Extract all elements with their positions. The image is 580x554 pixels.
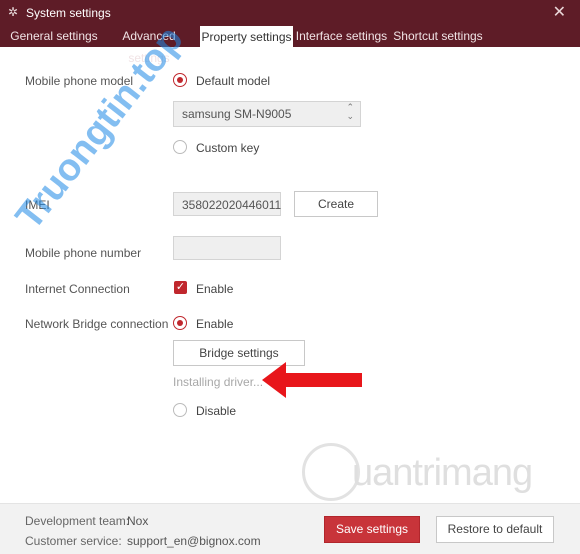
tab-shortcut-settings[interactable]: Shortcut settings bbox=[390, 25, 486, 47]
imei-value: 358022020446011 bbox=[182, 198, 282, 212]
installing-driver-status: Installing driver... bbox=[173, 375, 264, 389]
bridge-enable-label: Enable bbox=[196, 317, 234, 331]
red-arrow-icon bbox=[262, 362, 362, 398]
phone-number-label: Mobile phone number bbox=[25, 246, 142, 260]
bridge-disable-radio[interactable] bbox=[173, 403, 187, 417]
default-model-radio[interactable] bbox=[173, 73, 187, 87]
title-bar: ✲ System settings ✕ bbox=[0, 0, 580, 25]
tab-interface-settings[interactable]: Interface settings bbox=[293, 25, 390, 47]
internet-connection-label: Internet Connection bbox=[25, 282, 130, 296]
gear-icon: ✲ bbox=[8, 5, 19, 19]
phone-number-field[interactable] bbox=[173, 236, 281, 260]
custom-key-radio[interactable] bbox=[173, 140, 187, 154]
bridge-disable-label: Disable bbox=[196, 404, 237, 418]
save-settings-button[interactable]: Save settings bbox=[324, 516, 420, 543]
bridge-enable-radio[interactable] bbox=[173, 316, 187, 330]
restore-default-button[interactable]: Restore to default bbox=[436, 516, 554, 543]
tab-bar: General settings Advanced settings Prope… bbox=[0, 25, 580, 65]
model-select-value: samsung SM-N9005 bbox=[182, 107, 292, 121]
tab-property-settings[interactable]: Property settings bbox=[200, 26, 293, 47]
internet-enable-label: Enable bbox=[196, 282, 234, 296]
network-bridge-label: Network Bridge connection bbox=[25, 317, 169, 331]
model-select[interactable]: samsung SM-N9005 ⌃ ⌄ bbox=[173, 101, 361, 127]
customer-service-label: Customer service: bbox=[25, 534, 122, 548]
tab-advanced-settings[interactable]: Advanced settings bbox=[100, 25, 198, 65]
default-model-label: Default model bbox=[196, 74, 271, 88]
imei-field[interactable]: 358022020446011 bbox=[173, 192, 281, 216]
watermark-secondary-text: uantrimang bbox=[352, 452, 533, 494]
custom-key-label: Custom key bbox=[196, 141, 260, 155]
footer: Development team: Nox Customer service: … bbox=[0, 503, 580, 554]
internet-enable-checkbox[interactable]: ✓ bbox=[174, 281, 187, 294]
checkmark-icon: ✓ bbox=[175, 281, 186, 293]
customer-service-value: support_en@bignox.com bbox=[127, 534, 261, 548]
window-title: System settings bbox=[26, 6, 111, 20]
imei-label: IMEI bbox=[25, 198, 50, 212]
close-button[interactable]: ✕ bbox=[553, 2, 566, 22]
dev-team-label: Development team: bbox=[25, 514, 130, 528]
create-button[interactable]: Create bbox=[294, 191, 378, 217]
tab-general-settings[interactable]: General settings bbox=[8, 25, 100, 47]
chevron-updown-icon: ⌃ ⌄ bbox=[346, 102, 354, 121]
mobile-model-label: Mobile phone model bbox=[25, 74, 134, 88]
dev-team-value: Nox bbox=[127, 514, 149, 528]
